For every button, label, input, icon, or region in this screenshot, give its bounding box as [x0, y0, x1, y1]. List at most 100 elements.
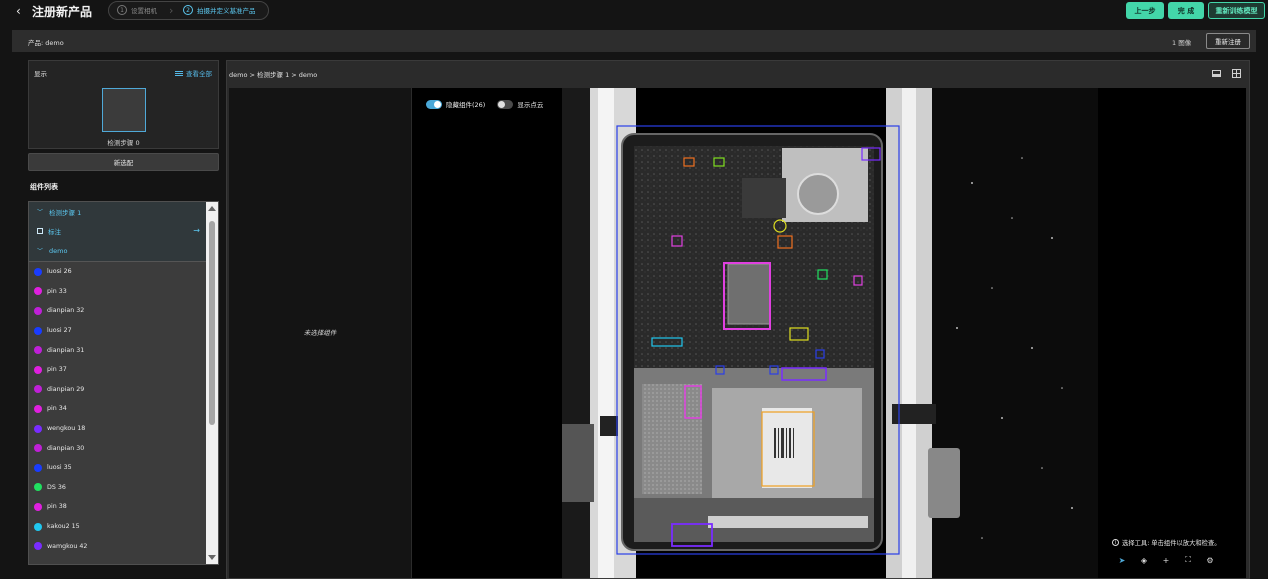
scrollbar[interactable] — [206, 202, 218, 564]
show-pointcloud-toggle[interactable]: 显示点云 — [497, 99, 543, 109]
list-item[interactable]: wamgkou 42 — [29, 536, 206, 556]
no-component-selected: 未选择组件 — [303, 329, 337, 337]
new-config-button[interactable]: 新选配 — [28, 153, 219, 171]
list-item-label: dianpian 29 — [47, 385, 85, 393]
display-title: 显示 — [34, 70, 47, 78]
list-item[interactable]: dianpian 29 — [29, 380, 206, 400]
list-item-label: DS 36 — [47, 483, 66, 491]
display-panel: 显示 查看全部 检测步骤 0 — [28, 60, 219, 149]
tree-group-node[interactable]: ﹀ demo — [29, 240, 206, 262]
product-label: 产品: demo — [28, 39, 64, 47]
list-item[interactable]: kakou2 15 — [29, 517, 206, 537]
tree-mark-node[interactable]: 标注 → — [29, 221, 206, 240]
hide-components-toggle[interactable]: 隐藏组件(26) — [426, 99, 485, 109]
tool-hint: i 选择工具: 单击组件以放大和检查。 — [1112, 538, 1221, 547]
tool-hint-text: 选择工具: 单击组件以放大和检查。 — [1122, 540, 1221, 547]
list-item-label: kakou2 15 — [47, 523, 80, 531]
component-detail-pane: 未选择组件 — [229, 88, 411, 578]
list-item-label: luosi 35 — [47, 464, 72, 472]
fit-icon[interactable]: ⛶ — [1182, 554, 1194, 566]
list-item[interactable]: luosi 26 — [29, 262, 206, 282]
single-view-icon[interactable] — [1211, 68, 1223, 80]
scroll-up-arrow-icon[interactable] — [208, 206, 216, 211]
list-item[interactable]: dianpian 31 — [29, 340, 206, 360]
view-all-label: 查看全部 — [186, 70, 212, 78]
scroll-thumb[interactable] — [209, 221, 215, 425]
color-dot-icon — [34, 463, 42, 472]
scroll-down-arrow-icon[interactable] — [208, 555, 216, 560]
left-panel: 显示 查看全部 检测步骤 0 新选配 组件列表 ﹀ 检测步骤 1 标注 → ﹀ … — [28, 60, 219, 579]
color-dot-icon — [34, 365, 42, 374]
list-item-label: wamgkou 42 — [47, 542, 88, 550]
tree-step-label: 检测步骤 1 — [49, 208, 82, 217]
list-item[interactable]: dianpian 30 — [29, 438, 206, 458]
settings-icon[interactable]: ⚙ — [1204, 554, 1216, 566]
list-item-label: luosi 27 — [47, 327, 72, 335]
list-item-label: dianpian 32 — [47, 307, 85, 315]
list-item-label: pin 33 — [47, 287, 67, 295]
stepper: 1 设置相机 › 2 拍摄并定义基准产品 — [108, 1, 269, 20]
top-bar: ‹ 注册新产品 1 设置相机 › 2 拍摄并定义基准产品 上一步 完 成 重新训… — [0, 0, 1268, 24]
color-dot-icon — [34, 326, 42, 335]
prev-step-button[interactable]: 上一步 — [1126, 2, 1164, 19]
step-label: 拍摄并定义基准产品 — [197, 7, 256, 15]
tree-mark-label: 标注 — [48, 227, 61, 236]
color-dot-icon — [34, 346, 42, 355]
list-item-label: wengkou 18 — [47, 425, 86, 433]
list-item[interactable]: pin 37 — [29, 360, 206, 380]
show-pointcloud-label: 显示点云 — [517, 101, 544, 109]
retrain-model-button[interactable]: 重新训练模型 — [1208, 2, 1265, 19]
color-dot-icon — [34, 385, 42, 394]
color-dot-icon — [34, 483, 42, 492]
list-item[interactable]: DS 36 — [29, 478, 206, 498]
color-dot-icon — [34, 306, 42, 315]
plus-icon[interactable]: + — [1160, 554, 1172, 566]
chevron-down-icon: ﹀ — [37, 209, 44, 216]
color-dot-icon — [34, 424, 42, 433]
thumbnail-label: 检测步骤 0 — [107, 139, 140, 147]
list-item[interactable]: pin 34 — [29, 399, 206, 419]
list-item[interactable]: pin 38 — [29, 497, 206, 517]
toggle-switch-off[interactable] — [497, 99, 514, 109]
page-title: 注册新产品 — [32, 5, 93, 19]
list-item[interactable]: wengkou 18 — [29, 419, 206, 439]
list-item-label: pin 34 — [47, 405, 67, 413]
back-chevron-icon[interactable]: ‹ — [16, 4, 21, 18]
image-thumbnail[interactable] — [102, 88, 146, 132]
viewer-toolbar: ➤ ◈ + ⛶ ⚙ — [1116, 554, 1216, 566]
box-icon — [37, 227, 43, 234]
list-item[interactable]: luosi 27 — [29, 321, 206, 341]
list-item[interactable]: dianpian 32 — [29, 301, 206, 321]
color-dot-icon — [34, 287, 42, 296]
step-number: 2 — [183, 5, 193, 15]
color-dot-icon — [34, 404, 42, 413]
list-icon — [175, 70, 183, 76]
list-item-label: luosi 26 — [47, 268, 72, 276]
color-dot-icon — [34, 444, 42, 453]
grid-view-icon[interactable] — [1231, 68, 1243, 80]
step-2[interactable]: 2 拍摄并定义基准产品 — [183, 5, 256, 15]
image-count: 1 图像 — [1172, 39, 1192, 47]
product-bar: 产品: demo 1 图像 重新注册 — [12, 30, 1256, 52]
view-all-link[interactable]: 查看全部 — [175, 68, 212, 78]
list-item[interactable]: luosi 35 — [29, 458, 206, 478]
eraser-icon[interactable]: ◈ — [1138, 554, 1150, 566]
list-item[interactable]: pin 33 — [29, 282, 206, 302]
color-dot-icon — [34, 267, 42, 276]
inspection-image[interactable] — [412, 88, 1246, 578]
arrow-right-icon[interactable]: → — [193, 226, 200, 235]
list-item-label: dianpian 30 — [47, 444, 85, 452]
step-1[interactable]: 1 设置相机 — [117, 5, 157, 15]
pointer-icon[interactable]: ➤ — [1116, 554, 1128, 566]
image-viewer[interactable]: 隐藏组件(26) 显示点云 i 选择工具: 单击组件以放大和检查。 ➤ ◈ + … — [412, 88, 1246, 578]
component-list-title: 组件列表 — [30, 183, 58, 191]
reregister-button[interactable]: 重新注册 — [1206, 33, 1250, 49]
chevron-down-icon: ﹀ — [37, 248, 44, 255]
toggle-switch-on[interactable] — [426, 99, 442, 109]
step-label: 设置相机 — [131, 7, 157, 15]
done-button[interactable]: 完 成 — [1168, 2, 1204, 19]
tree-step-node[interactable]: ﹀ 检测步骤 1 — [29, 202, 206, 221]
color-dot-icon — [34, 502, 42, 511]
main-panel: demo > 检测步骤 1 > demo 未选择组件 隐藏组件(26) 显示点云… — [226, 60, 1250, 579]
viewer-toggles: 隐藏组件(26) 显示点云 — [426, 99, 543, 109]
